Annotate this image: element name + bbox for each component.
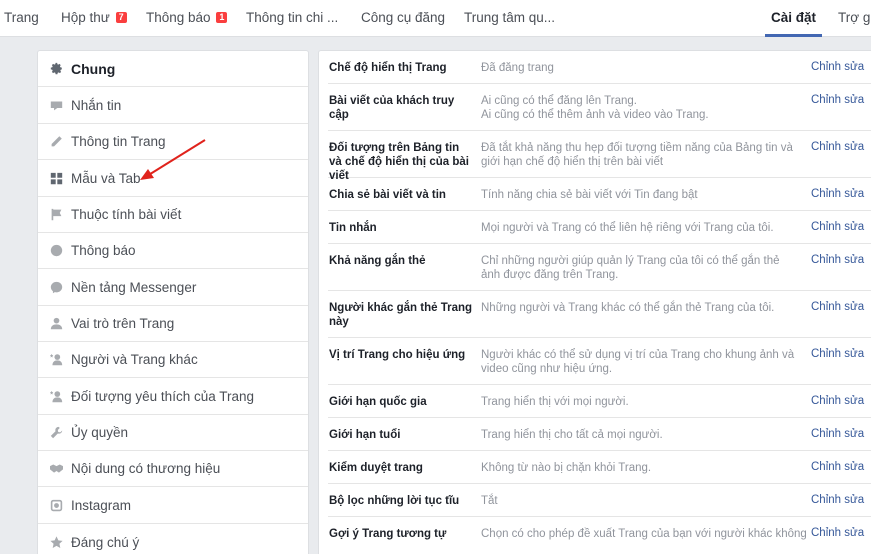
settings-row-news-feed-audience: Đối tượng trên Bảng tin và chế độ hiển t… <box>328 131 871 182</box>
flag-icon <box>49 208 63 222</box>
page-top-nav: Trang Hộp thư 7 Thông báo 1 Thông tin ch… <box>0 0 871 37</box>
sidebar-item-post-attribution[interactable]: Thuộc tính bài viết <box>38 197 308 233</box>
nav-tab-inbox[interactable]: Hộp thư 7 <box>61 10 127 37</box>
sidebar-item-page-roles[interactable]: Vai trò trên Trang <box>38 306 308 342</box>
star-icon <box>49 535 63 549</box>
sidebar-item-notifications[interactable]: Thông báo <box>38 233 308 269</box>
sidebar-item-people-other-pages[interactable]: Người và Trang khác <box>38 342 308 378</box>
sidebar-item-messenger-platform[interactable]: Nền tảng Messenger <box>38 270 308 306</box>
settings-row-messages: Tin nhắn Mọi người và Trang có thể liên … <box>328 211 871 244</box>
nav-tab-ad-center[interactable]: Trung tâm qu... <box>464 10 555 37</box>
settings-row-page-location-effects: Vị trí Trang cho hiệu ứng Người khác có … <box>328 338 871 385</box>
notification-count-badge: 1 <box>216 12 228 23</box>
person-star-icon <box>49 390 63 404</box>
nav-tab-notifications[interactable]: Thông báo 1 <box>146 10 228 37</box>
edit-link[interactable]: Chỉnh sửa <box>811 254 864 266</box>
sidebar-item-general[interactable]: Chung <box>38 51 308 87</box>
sidebar-item-branded-content[interactable]: Nội dung có thương hiệu <box>38 451 308 487</box>
settings-row-visitor-posts: Bài viết của khách truy cập Ai cũng có t… <box>328 84 871 131</box>
nav-tab-settings[interactable]: Cài đặt <box>764 10 823 37</box>
settings-row-age-restrictions: Giới hạn tuổi Trang hiển thị cho tất cả … <box>328 418 871 451</box>
grid-icon <box>49 172 63 186</box>
edit-link[interactable]: Chỉnh sửa <box>811 94 864 106</box>
nav-tab-publishing-tools[interactable]: Công cụ đăng <box>361 10 445 37</box>
nav-tab-insights[interactable]: Thông tin chi ... <box>246 10 338 37</box>
edit-link[interactable]: Chỉnh sửa <box>811 221 864 233</box>
edit-link[interactable]: Chỉnh sửa <box>811 141 864 153</box>
pencil-icon <box>49 135 63 149</box>
settings-row-post-story-sharing: Chia sẻ bài viết và tin Tính năng chia s… <box>328 178 871 211</box>
edit-link[interactable]: Chỉnh sửa <box>811 61 864 73</box>
person-icon <box>49 317 63 331</box>
sidebar-item-authorization[interactable]: Ủy quyền <box>38 415 308 451</box>
settings-sidebar: Chung Nhắn tin Thông tin Trang Mẫu và Ta… <box>37 50 309 554</box>
wrench-icon <box>49 426 63 440</box>
settings-row-profanity-filter: Bộ lọc những lời tục tĩu Tắt Chỉnh sửa <box>328 484 871 517</box>
settings-row-page-visibility: Chế độ hiển thị Trang Đã đăng trang Chỉn… <box>328 51 871 84</box>
edit-link[interactable]: Chỉnh sửa <box>811 188 864 200</box>
instagram-icon <box>49 499 63 513</box>
edit-link[interactable]: Chỉnh sửa <box>811 494 864 506</box>
globe-icon <box>49 244 63 258</box>
gear-icon <box>49 62 63 76</box>
settings-row-tagging-ability: Khả năng gắn thẻ Chỉ những người giúp qu… <box>328 244 871 291</box>
inbox-count-badge: 7 <box>115 12 127 23</box>
nav-tab-page[interactable]: Trang <box>4 10 39 37</box>
sidebar-item-preferred-audience[interactable]: Đối tượng yêu thích của Trang <box>38 379 308 415</box>
edit-link[interactable]: Chỉnh sửa <box>811 301 864 313</box>
annotation-arrow-icon <box>140 139 206 180</box>
edit-link[interactable]: Chỉnh sửa <box>811 395 864 407</box>
settings-row-similar-page-suggestions: Gợi ý Trang tương tự Chọn có cho phép đề… <box>329 527 865 540</box>
settings-row-country-restrictions: Giới hạn quốc gia Trang hiển thị với mọi… <box>328 385 871 418</box>
settings-table: Chế độ hiển thị Trang Đã đăng trang Chỉn… <box>318 50 871 554</box>
handshake-icon <box>49 462 63 476</box>
message-icon <box>49 99 63 113</box>
edit-link[interactable]: Chỉnh sửa <box>811 348 864 360</box>
edit-link[interactable]: Chỉnh sửa <box>811 527 864 539</box>
messenger-icon <box>49 281 63 295</box>
edit-link[interactable]: Chỉnh sửa <box>811 428 864 440</box>
sidebar-item-messaging[interactable]: Nhắn tin <box>38 88 308 124</box>
edit-link[interactable]: Chỉnh sửa <box>811 461 864 473</box>
nav-tab-help[interactable]: Trợ gi <box>838 10 871 37</box>
settings-row-others-tagging-page: Người khác gắn thẻ Trang này Những người… <box>328 291 871 338</box>
person-star-icon <box>49 353 63 367</box>
settings-row-page-moderation: Kiểm duyệt trang Không từ nào bị chặn kh… <box>328 451 871 484</box>
sidebar-item-featured[interactable]: Đáng chú ý <box>38 524 308 554</box>
sidebar-item-instagram[interactable]: Instagram <box>38 488 308 524</box>
